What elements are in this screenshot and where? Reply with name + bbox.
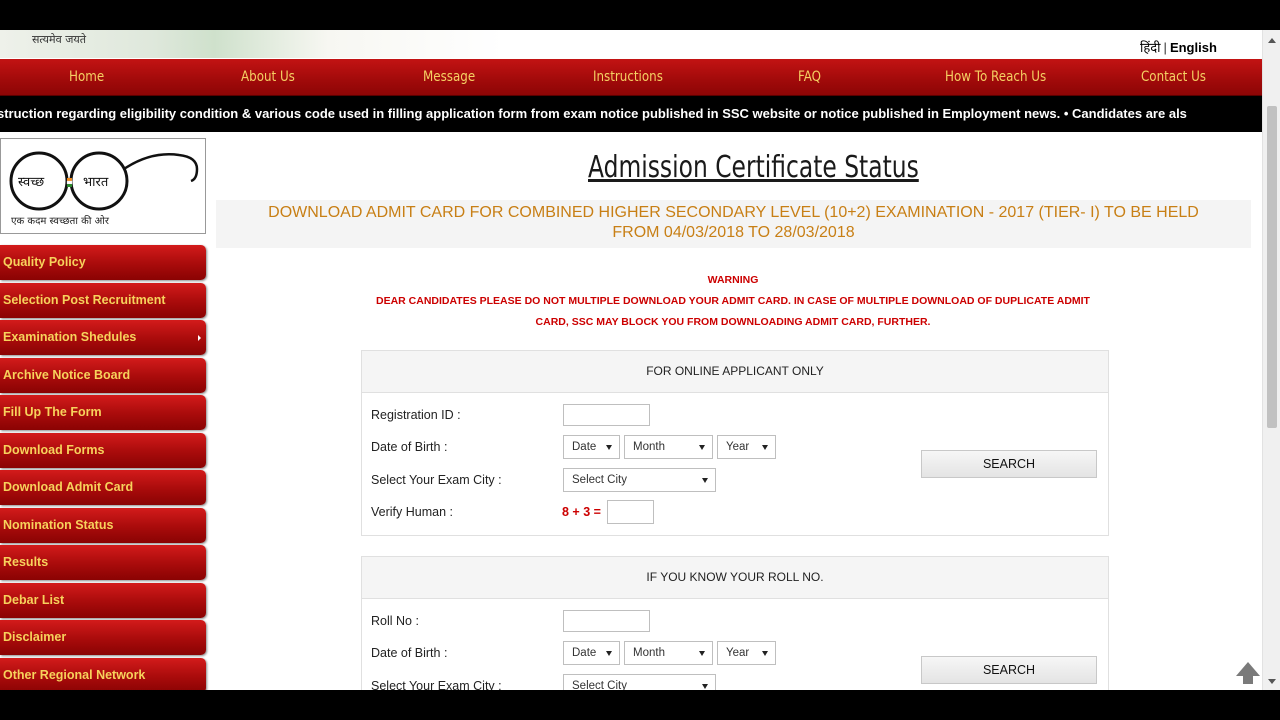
sidebar-item-quality-policy[interactable]: Quality Policy <box>0 245 206 280</box>
nav-instructions[interactable]: Instructions <box>593 59 663 95</box>
roll-panel-heading: IF YOU KNOW YOUR ROLL NO. <box>362 557 1108 599</box>
exam-city-select[interactable]: Select City <box>563 468 716 492</box>
dob-month-select[interactable]: Month <box>624 435 713 459</box>
dob-year-value: Year <box>726 441 750 453</box>
dropdown-arrow-icon <box>702 478 708 483</box>
exam-banner: DOWNLOAD ADMIT CARD FOR COMBINED HIGHER … <box>216 200 1251 248</box>
sidebar-item-nomination-status[interactable]: Nomination Status <box>0 507 206 543</box>
news-ticker: struction regarding eligibility conditio… <box>0 96 1262 132</box>
roll-dob-month-value: Month <box>633 647 665 659</box>
swachh-bharat-logo: स्वच्छ भारत एक कदम स्वच्छता की ओर <box>0 138 206 234</box>
logo-right-word: भारत <box>83 175 109 190</box>
language-switcher: हिंदी | English <box>1140 38 1217 56</box>
dob-label: Date of Birth : <box>371 440 448 454</box>
exam-title-line-2: FROM 04/03/2018 TO 28/03/2018 <box>612 224 855 241</box>
dropdown-arrow-icon <box>762 651 768 656</box>
scroll-down-arrow-icon[interactable] <box>1268 679 1276 684</box>
exam-city-label: Select Your Exam City : <box>371 473 502 487</box>
ticker-text[interactable]: struction regarding eligibility conditio… <box>0 96 1187 132</box>
dropdown-arrow-icon <box>699 445 705 450</box>
warning-line-1: DEAR CANDIDATES PLEASE DO NOT MULTIPLE D… <box>376 295 1090 307</box>
registration-id-label: Registration ID : <box>371 408 461 422</box>
roll-dob-date-value: Date <box>572 647 597 659</box>
nav-faq[interactable]: FAQ <box>798 59 821 95</box>
logo-caption: एक कदम स्वच्छता की ओर <box>11 216 109 227</box>
dropdown-arrow-icon <box>702 684 708 689</box>
dropdown-arrow-icon <box>699 651 705 656</box>
dob-month-value: Month <box>633 441 665 453</box>
submenu-caret-icon <box>198 335 201 341</box>
sidebar-item-debar-list[interactable]: Debar List <box>0 582 206 618</box>
dob-date-select[interactable]: Date <box>563 435 620 459</box>
roll-search-button[interactable]: SEARCH <box>921 656 1097 684</box>
dropdown-arrow-icon <box>606 651 612 656</box>
sidebar-menu: Quality Policy Selection Post Recruitmen… <box>0 245 206 690</box>
warning-notice: WARNING DEAR CANDIDATES PLEASE DO NOT MU… <box>362 270 1104 333</box>
nav-contact-us[interactable]: Contact Us <box>1141 59 1206 95</box>
sidebar-item-fill-up-the-form[interactable]: Fill Up The Form <box>0 395 206 430</box>
captcha-answer-input[interactable] <box>607 500 654 524</box>
spectacles-icon: स्वच्छ भारत <box>9 151 199 211</box>
sidebar-item-examination-shedules[interactable]: Examination Shedules <box>0 320 206 355</box>
nav-home[interactable]: Home <box>69 59 104 95</box>
sidebar-item-download-admit-card[interactable]: Download Admit Card <box>0 470 206 505</box>
dob-year-select[interactable]: Year <box>717 435 776 459</box>
roll-exam-city-value: Select City <box>572 680 627 690</box>
exam-city-value: Select City <box>572 474 627 486</box>
roll-dob-label: Date of Birth : <box>371 646 448 660</box>
scrollbar-thumb[interactable] <box>1267 106 1277 428</box>
online-applicant-panel: FOR ONLINE APPLICANT ONLY Registration I… <box>361 350 1109 536</box>
search-button[interactable]: SEARCH <box>921 450 1097 478</box>
header-strip: सत्यमेव जयते हिंदी | English <box>0 30 1262 58</box>
roll-no-label: Roll No : <box>371 614 419 628</box>
warning-title: WARNING <box>707 274 759 286</box>
exam-title-line-1: DOWNLOAD ADMIT CARD FOR COMBINED HIGHER … <box>268 204 1199 221</box>
main-navbar: Home About Us Message Instructions FAQ H… <box>0 59 1262 96</box>
logo-left-word: स्वच्छ <box>18 175 45 190</box>
roll-dob-year-value: Year <box>726 647 750 659</box>
roll-dob-month-select[interactable]: Month <box>624 641 713 665</box>
roll-exam-city-select[interactable]: Select City <box>563 674 716 690</box>
scroll-to-top-icon[interactable] <box>1236 662 1260 676</box>
sidebar-item-selection-post-recruitment[interactable]: Selection Post Recruitment <box>0 282 206 318</box>
browser-viewport: सत्यमेव जयते हिंदी | English Home About Us… <box>0 30 1280 690</box>
sidebar-item-archive-notice-board[interactable]: Archive Notice Board <box>0 357 206 393</box>
sidebar-item-label: Examination Shedules <box>3 330 137 344</box>
dob-date-value: Date <box>572 441 597 453</box>
language-hindi-link[interactable]: हिंदी <box>1140 40 1161 55</box>
verify-human-label: Verify Human : <box>371 505 453 519</box>
sidebar-item-results[interactable]: Results <box>0 545 206 580</box>
dropdown-arrow-icon <box>762 445 768 450</box>
scroll-up-arrow-icon[interactable] <box>1268 38 1276 43</box>
roll-exam-city-label: Select Your Exam City : <box>371 679 502 690</box>
registration-id-input[interactable] <box>563 404 650 426</box>
roll-dob-date-select[interactable]: Date <box>563 641 620 665</box>
emblem-motto: सत्यमेव जयते <box>32 33 87 46</box>
roll-no-input[interactable] <box>563 610 650 632</box>
nav-how-to-reach-us[interactable]: How To Reach Us <box>945 59 1046 95</box>
vertical-scrollbar[interactable] <box>1262 30 1280 690</box>
roll-number-panel: IF YOU KNOW YOUR ROLL NO. Roll No : Date… <box>361 556 1109 690</box>
online-panel-heading: FOR ONLINE APPLICANT ONLY <box>362 351 1108 393</box>
sidebar-item-disclaimer[interactable]: Disclaimer <box>0 620 206 655</box>
warning-line-2: CARD, SSC MAY BLOCK YOU FROM DOWNLOADING… <box>535 316 931 328</box>
dropdown-arrow-icon <box>606 445 612 450</box>
nav-message[interactable]: Message <box>423 59 475 95</box>
language-english-link[interactable]: English <box>1170 40 1217 55</box>
language-separator: | <box>1163 40 1167 55</box>
captcha-question: 8 + 3 = <box>562 505 601 519</box>
page-title: Admission Certificate Status <box>588 150 919 185</box>
sidebar-item-other-regional-network[interactable]: Other Regional Network <box>0 657 206 690</box>
scroll-to-top-stem[interactable] <box>1243 675 1253 684</box>
nav-about-us[interactable]: About Us <box>241 59 295 95</box>
roll-dob-year-select[interactable]: Year <box>717 641 776 665</box>
sidebar-item-download-forms[interactable]: Download Forms <box>0 432 206 468</box>
